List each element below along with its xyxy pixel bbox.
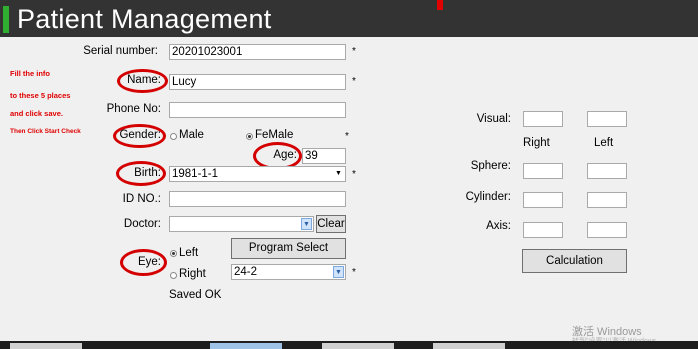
title-accent-bar	[3, 6, 9, 33]
birth-value: 1981-1-1	[172, 168, 219, 180]
gender-male-radio[interactable]	[170, 133, 177, 140]
hint-line-1: Fill the info	[10, 69, 50, 78]
clear-button[interactable]: Clear	[316, 215, 346, 233]
visual-right-input[interactable]	[523, 111, 563, 127]
required-mark: *	[352, 267, 356, 278]
hint-line-3: and click save.	[10, 109, 63, 118]
program-select-button[interactable]: Program Select	[231, 238, 346, 259]
cylinder-label: Cylinder:	[465, 191, 511, 203]
red-marker	[437, 0, 443, 10]
required-mark: *	[352, 169, 356, 180]
hint-line-4: Then Click Start Check	[10, 128, 81, 135]
program-value: 24-2	[234, 266, 258, 278]
eye-left-radio[interactable]	[170, 250, 177, 257]
calculation-button[interactable]: Calculation	[522, 249, 627, 273]
age-label: Age:	[273, 149, 297, 161]
hint-line-2: to these 5 places	[10, 91, 71, 100]
program-select[interactable]: 24-2 ▼	[231, 264, 346, 280]
name-label: Name:	[127, 74, 161, 86]
axis-left-input[interactable]	[587, 222, 627, 238]
birth-label: Birth:	[134, 167, 161, 179]
sphere-right-input[interactable]	[523, 163, 563, 179]
required-mark: *	[352, 46, 356, 57]
phone-input[interactable]	[169, 102, 346, 118]
gender-female-label: FeMale	[255, 129, 294, 141]
left-eye-label: Left	[594, 137, 614, 149]
chevron-down-icon[interactable]: ▼	[333, 266, 344, 278]
cylinder-right-input[interactable]	[523, 192, 563, 208]
required-mark: *	[352, 76, 356, 87]
birth-select[interactable]: 1981-1-1 ▼	[169, 166, 346, 182]
status-text: Saved OK	[169, 289, 222, 301]
name-input[interactable]: Lucy	[169, 74, 346, 90]
bottom-tab-active[interactable]	[210, 343, 282, 349]
visual-left-input[interactable]	[587, 111, 627, 127]
right-eye-label: Right	[523, 137, 550, 149]
gender-female-radio[interactable]	[246, 133, 253, 140]
id-label: ID NO.:	[122, 193, 161, 205]
eye-right-label: Right	[179, 268, 206, 280]
bottom-tab[interactable]	[433, 343, 505, 349]
age-input[interactable]: 39	[302, 148, 346, 164]
chevron-down-icon[interactable]: ▼	[301, 218, 312, 230]
sphere-label: Sphere:	[470, 160, 511, 172]
id-input[interactable]	[169, 191, 346, 207]
bottom-tab[interactable]	[322, 343, 394, 349]
phone-label: Phone No:	[106, 103, 161, 115]
page-title: Patient Management	[17, 4, 272, 34]
cylinder-left-input[interactable]	[587, 192, 627, 208]
bottom-tab[interactable]	[10, 343, 82, 349]
sphere-left-input[interactable]	[587, 163, 627, 179]
axis-label: Axis:	[486, 220, 511, 232]
chevron-down-icon[interactable]: ▼	[333, 168, 344, 180]
axis-right-input[interactable]	[523, 222, 563, 238]
title-bar: Patient Management	[0, 0, 698, 37]
eye-label: Eye:	[137, 256, 161, 268]
visual-label: Visual:	[476, 113, 511, 125]
required-mark: *	[345, 131, 349, 142]
doctor-label: Doctor:	[123, 218, 161, 230]
doctor-select[interactable]: ▼	[169, 216, 314, 232]
gender-label: Gender:	[119, 129, 161, 141]
eye-left-label: Left	[179, 247, 199, 259]
serial-label: Serial number:	[83, 45, 158, 57]
eye-right-radio[interactable]	[170, 272, 177, 279]
serial-input[interactable]: 20201023001	[169, 44, 346, 60]
gender-male-label: Male	[179, 129, 204, 141]
